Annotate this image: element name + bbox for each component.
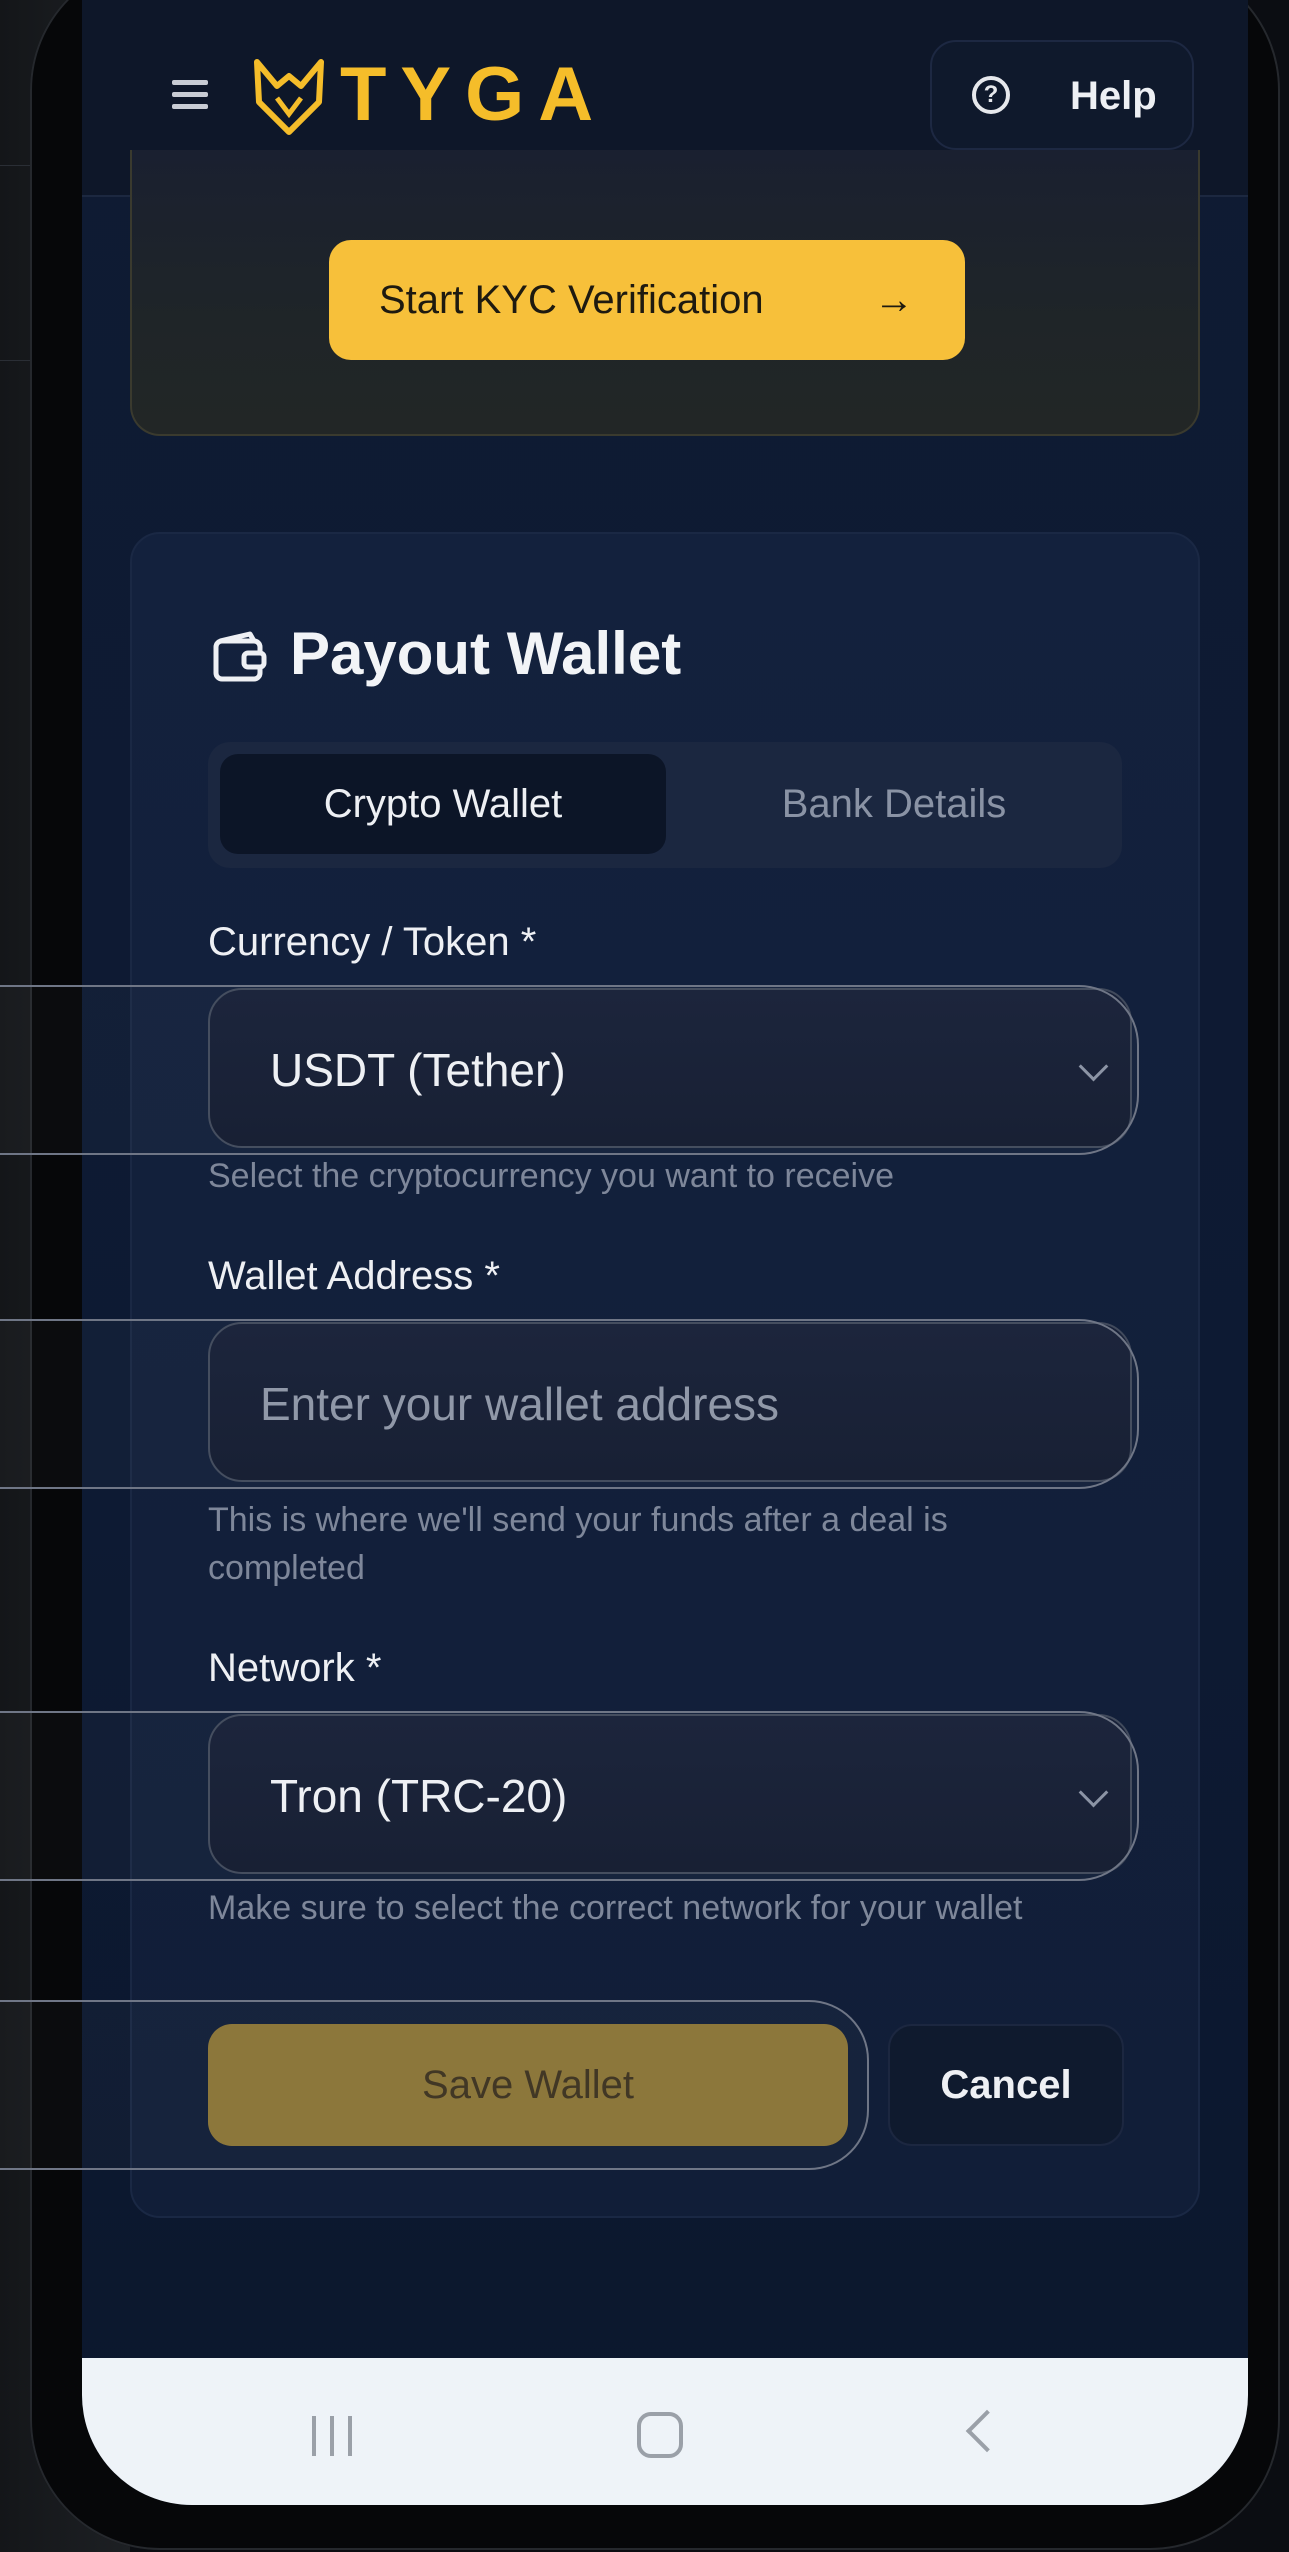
currency-label: Currency / Token * <box>208 920 537 964</box>
wallet-address-label: Wallet Address * <box>208 1254 500 1298</box>
start-kyc-button[interactable]: Start KYC Verification → <box>329 240 965 360</box>
question-circle-icon: ? <box>972 76 1010 114</box>
start-kyc-label: Start KYC Verification <box>379 278 764 322</box>
tab-bank-details-label: Bank Details <box>781 782 1007 826</box>
home-icon[interactable] <box>637 2412 683 2458</box>
network-hint: Make sure to select the correct network … <box>208 1889 1023 1927</box>
tyga-logo-icon <box>254 59 324 135</box>
wallet-address-hint: This is where we'll send your funds afte… <box>208 1501 948 1587</box>
system-nav-bar <box>82 2358 1248 2505</box>
tab-crypto-wallet-label: Crypto Wallet <box>323 782 563 826</box>
help-button[interactable]: ? Help <box>930 40 1194 150</box>
tab-bank-details[interactable]: Bank Details <box>678 754 1110 854</box>
currency-hint: Select the cryptocurrency you want to re… <box>208 1157 894 1195</box>
highlight-frame-network <box>0 1711 1139 1881</box>
highlight-frame-currency <box>0 985 1139 1155</box>
wallet-icon <box>213 631 267 682</box>
payout-wallet-title: Payout Wallet <box>290 620 682 687</box>
cancel-label: Cancel <box>940 2063 1072 2107</box>
highlight-frame-save <box>0 2000 869 2170</box>
help-label: Help <box>1070 74 1157 118</box>
back-icon[interactable] <box>965 2409 1009 2453</box>
brand-name: TYGA <box>340 52 608 137</box>
kyc-card: Start KYC Verification → <box>130 150 1200 436</box>
wallet-type-tabs: Crypto Wallet Bank Details <box>208 742 1122 868</box>
network-label: Network * <box>208 1646 382 1690</box>
highlight-frame-address <box>0 1319 1139 1489</box>
hamburger-menu-icon[interactable] <box>172 80 208 110</box>
arrow-right-icon: → <box>874 278 914 322</box>
recents-icon[interactable] <box>312 2416 358 2456</box>
tab-crypto-wallet[interactable]: Crypto Wallet <box>220 754 666 854</box>
cancel-button[interactable]: Cancel <box>888 2024 1124 2146</box>
